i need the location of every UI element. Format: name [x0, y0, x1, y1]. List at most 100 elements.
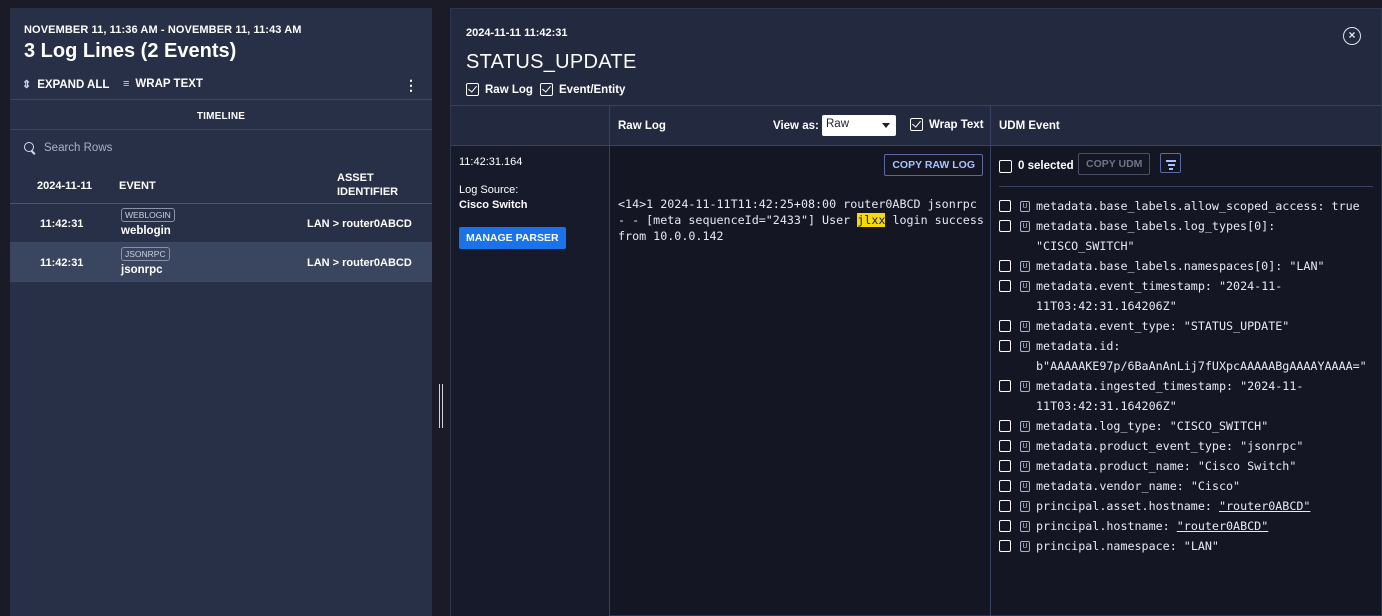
- udm-select-all[interactable]: 0 selected: [999, 154, 1074, 178]
- udm-type-icon: U: [1020, 341, 1030, 352]
- header-asset-line2: IDENTIFIER: [337, 186, 399, 198]
- udm-field-row[interactable]: Umetadata.base_labels.log_types[0]: "CIS…: [999, 216, 1373, 256]
- time-range: NOVEMBER 11, 11:36 AM - NOVEMBER 11, 11:…: [24, 24, 302, 36]
- filter-icon[interactable]: [1160, 153, 1181, 173]
- table-row[interactable]: 11:42:31 WEBLOGIN weblogin LAN > router0…: [10, 204, 432, 243]
- field-key: metadata.ingested_timestamp:: [1036, 379, 1234, 393]
- field-key: principal.asset.hostname:: [1036, 499, 1212, 513]
- udm-field-row[interactable]: Umetadata.id: b"AAAAAKE97p/6BaAnAnLij7fU…: [999, 336, 1373, 376]
- copy-udm-button[interactable]: COPY UDM: [1078, 153, 1151, 175]
- event-badge: WEBLOGIN: [121, 208, 175, 222]
- field-checkbox[interactable]: [999, 220, 1011, 232]
- field-checkbox[interactable]: [999, 540, 1011, 552]
- header-date[interactable]: 2024-11-11: [37, 180, 92, 192]
- udm-type-icon: U: [1020, 201, 1030, 212]
- header-event[interactable]: EVENT: [119, 180, 156, 192]
- udm-field-row[interactable]: Uprincipal.namespace: "LAN": [999, 536, 1373, 556]
- field-value: "LAN": [1183, 539, 1219, 553]
- copy-raw-log-button[interactable]: COPY RAW LOG: [884, 154, 983, 176]
- raw-log-toggle[interactable]: Raw Log: [466, 83, 533, 96]
- field-key: metadata.base_labels.namespaces[0]:: [1036, 259, 1283, 273]
- udm-type-icon: U: [1020, 221, 1030, 232]
- field-value[interactable]: "router0ABCD": [1177, 519, 1268, 533]
- field-key: principal.namespace:: [1036, 539, 1177, 553]
- row-time: 11:42:31: [40, 218, 84, 230]
- field-checkbox[interactable]: [999, 200, 1011, 212]
- header-asset-line1: ASSET: [337, 172, 374, 184]
- udm-field-row[interactable]: Umetadata.base_labels.namespaces[0]: "LA…: [999, 256, 1373, 276]
- field-checkbox[interactable]: [999, 340, 1011, 352]
- wrap-text-toggle-label: Wrap Text: [929, 118, 984, 131]
- field-checkbox[interactable]: [999, 500, 1011, 512]
- tab-timeline-label: TIMELINE: [196, 111, 246, 122]
- field-checkbox[interactable]: [999, 440, 1011, 452]
- field-checkbox[interactable]: [999, 320, 1011, 332]
- field-checkbox[interactable]: [999, 420, 1011, 432]
- wrap-icon: ≡: [123, 78, 130, 90]
- divider: [999, 186, 1373, 187]
- event-time: 11:42:31.164: [459, 156, 523, 168]
- field-key: metadata.product_event_type:: [1036, 439, 1234, 453]
- event-meta: 11:42:31.164 Log Source: Cisco Switch MA…: [451, 146, 610, 616]
- field-value: b"AAAAAKE97p/6BaAnAnLij7fUXpcAAAAABgAAAA…: [1036, 359, 1367, 373]
- field-checkbox[interactable]: [999, 460, 1011, 472]
- row-asset: LAN > router0ABCD: [307, 218, 412, 230]
- udm-field-row[interactable]: Umetadata.event_type: "STATUS_UPDATE": [999, 316, 1373, 336]
- event-entity-toggle[interactable]: Event/Entity: [540, 83, 625, 96]
- row-time: 11:42:31: [40, 257, 84, 269]
- udm-field-row[interactable]: Umetadata.vendor_name: "Cisco": [999, 476, 1373, 496]
- udm-type-icon: U: [1020, 481, 1030, 492]
- table-row-selected[interactable]: 11:42:31 JSONRPC jsonrpc LAN > router0AB…: [10, 243, 432, 282]
- wrap-text-checkbox[interactable]: [910, 118, 923, 131]
- udm-field-row[interactable]: Umetadata.product_name: "Cisco Switch": [999, 456, 1373, 476]
- raw-log-toggle-label: Raw Log: [485, 83, 533, 96]
- field-checkbox[interactable]: [999, 520, 1011, 532]
- row-event: weblogin: [121, 225, 171, 237]
- header-asset[interactable]: ASSET IDENTIFIER: [337, 171, 398, 199]
- field-key: metadata.event_timestamp:: [1036, 279, 1212, 293]
- close-icon[interactable]: ×: [1343, 27, 1361, 45]
- udm-field-row[interactable]: Uprincipal.asset.hostname: "router0ABCD": [999, 496, 1373, 516]
- udm-type-icon: U: [1020, 521, 1030, 532]
- wrap-text-toggle[interactable]: Wrap Text: [910, 118, 984, 131]
- field-value: "LAN": [1289, 259, 1325, 273]
- raw-log-body: COPY RAW LOG <14>1 2024-11-11T11:42:25+0…: [610, 146, 991, 616]
- event-entity-checkbox[interactable]: [540, 83, 553, 96]
- search-input[interactable]: Search Rows: [44, 142, 112, 154]
- udm-field-row[interactable]: Umetadata.base_labels.allow_scoped_acces…: [999, 196, 1373, 216]
- select-all-checkbox[interactable]: [999, 159, 1012, 173]
- udm-field-row[interactable]: Umetadata.log_type: "CISCO_SWITCH": [999, 416, 1373, 436]
- field-checkbox[interactable]: [999, 260, 1011, 272]
- field-value[interactable]: "router0ABCD": [1219, 499, 1310, 513]
- raw-log-text: <14>1 2024-11-11T11:42:25+08:00 router0A…: [618, 196, 986, 244]
- search-rows[interactable]: Search Rows: [24, 142, 112, 154]
- udm-type-icon: U: [1020, 441, 1030, 452]
- tab-timeline[interactable]: TIMELINE: [10, 100, 432, 130]
- field-value: "Cisco": [1190, 479, 1241, 493]
- event-detail-panel: 2024-11-11 11:42:31 STATUS_UPDATE × Raw …: [450, 8, 1382, 616]
- raw-log-heading: Raw Log: [618, 120, 666, 132]
- udm-field-row[interactable]: Umetadata.ingested_timestamp: "2024-11-1…: [999, 376, 1373, 416]
- field-key: metadata.product_name:: [1036, 459, 1191, 473]
- raw-log-checkbox[interactable]: [466, 83, 479, 96]
- field-checkbox[interactable]: [999, 380, 1011, 392]
- field-value: "CISCO_SWITCH": [1036, 239, 1135, 253]
- panel-resize-handle[interactable]: [439, 384, 443, 428]
- view-as-select[interactable]: Raw: [822, 115, 896, 136]
- udm-field-row[interactable]: Uprincipal.hostname: "router0ABCD": [999, 516, 1373, 536]
- event-timestamp: 2024-11-11 11:42:31: [466, 27, 568, 39]
- expand-all-button[interactable]: ⇕ EXPAND ALL: [22, 78, 109, 92]
- more-options-icon[interactable]: ⋮: [404, 77, 418, 94]
- field-value: "CISCO_SWITCH": [1169, 419, 1269, 433]
- timeline-toolbar: ⇕ EXPAND ALL ≡ WRAP TEXT ⋮: [10, 72, 432, 100]
- udm-type-icon: U: [1020, 381, 1030, 392]
- manage-parser-button[interactable]: MANAGE PARSER: [459, 227, 566, 249]
- log-source-label: Log Source:: [459, 184, 519, 196]
- field-checkbox[interactable]: [999, 280, 1011, 292]
- udm-field-row[interactable]: Umetadata.event_timestamp: "2024-11-11T0…: [999, 276, 1373, 316]
- wrap-text-button[interactable]: ≡ WRAP TEXT: [123, 78, 203, 90]
- udm-field-row[interactable]: Umetadata.product_event_type: "jsonrpc": [999, 436, 1373, 456]
- field-checkbox[interactable]: [999, 480, 1011, 492]
- event-type-title: STATUS_UPDATE: [466, 51, 637, 73]
- udm-type-icon: U: [1020, 501, 1030, 512]
